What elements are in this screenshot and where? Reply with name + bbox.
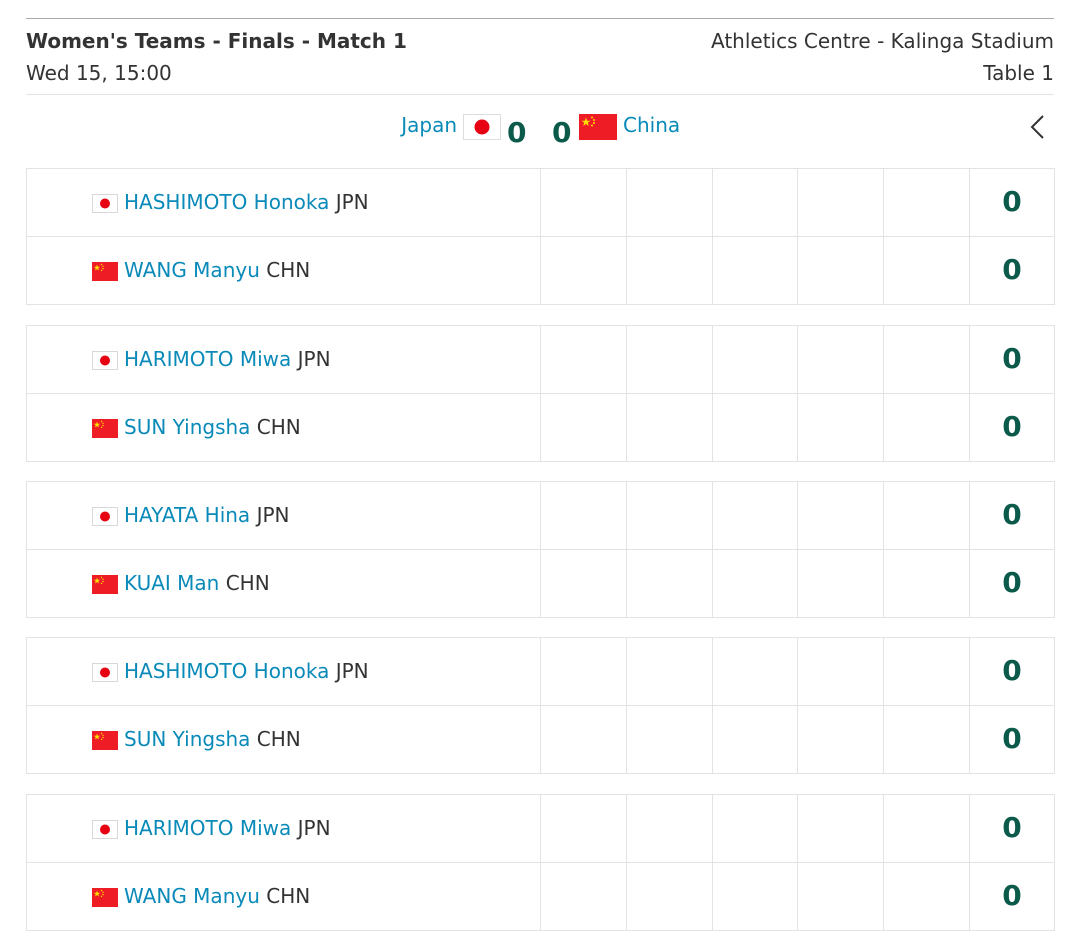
player-row: SUN Yingsha CHN 0 xyxy=(27,706,1054,774)
china-flag-icon xyxy=(579,114,617,140)
country-code: CHN xyxy=(256,415,301,439)
home-team-score: 0 xyxy=(507,116,527,149)
japan-flag-icon xyxy=(463,114,501,140)
player-link[interactable]: HASHIMOTO Honoka xyxy=(124,659,329,683)
china-flag-icon xyxy=(92,575,118,594)
china-flag-icon xyxy=(92,888,118,907)
player-name: SUN Yingsha CHN xyxy=(124,415,301,439)
player-name: HARIMOTO Miwa JPN xyxy=(124,347,331,371)
match-title: Women's Teams - Finals - Match 1 xyxy=(26,29,407,53)
game-card: HARIMOTO Miwa JPN 0 SUN Yingsha CHN 0 xyxy=(26,325,1055,462)
player-name: WANG Manyu CHN xyxy=(124,258,310,282)
player-link[interactable]: KUAI Man xyxy=(124,571,219,595)
header-divider xyxy=(26,94,1054,95)
player-name: HASHIMOTO Honoka JPN xyxy=(124,190,369,214)
country-code: CHN xyxy=(225,571,270,595)
away-team-score: 0 xyxy=(552,116,572,149)
china-flag-icon xyxy=(92,419,118,438)
player-name: SUN Yingsha CHN xyxy=(124,727,301,751)
player-score: 0 xyxy=(1002,654,1022,687)
player-name: KUAI Man CHN xyxy=(124,571,270,595)
china-flag-icon xyxy=(92,262,118,281)
player-name: HASHIMOTO Honoka JPN xyxy=(124,659,369,683)
player-row: SUN Yingsha CHN 0 xyxy=(27,394,1054,462)
player-row: WANG Manyu CHN 0 xyxy=(27,863,1054,931)
country-code: CHN xyxy=(266,884,311,908)
japan-flag-icon xyxy=(92,663,118,682)
player-link[interactable]: SUN Yingsha xyxy=(124,727,250,751)
china-flag-icon xyxy=(92,731,118,750)
player-score: 0 xyxy=(1002,253,1022,286)
player-score: 0 xyxy=(1002,879,1022,912)
player-score: 0 xyxy=(1002,722,1022,755)
player-link[interactable]: HARIMOTO Miwa xyxy=(124,347,291,371)
player-link[interactable]: WANG Manyu xyxy=(124,884,260,908)
game-card: HAYATA Hina JPN 0 KUAI Man CHN 0 xyxy=(26,481,1055,618)
player-name: HAYATA Hina JPN xyxy=(124,503,289,527)
match-datetime: Wed 15, 15:00 xyxy=(26,61,172,85)
player-link[interactable]: SUN Yingsha xyxy=(124,415,250,439)
chevron-left-icon[interactable] xyxy=(1026,114,1050,140)
player-row: HARIMOTO Miwa JPN 0 xyxy=(27,795,1054,863)
player-row: HAYATA Hina JPN 0 xyxy=(27,482,1054,550)
top-divider xyxy=(26,18,1054,19)
player-row: HARIMOTO Miwa JPN 0 xyxy=(27,326,1054,394)
player-row: HASHIMOTO Honoka JPN 0 xyxy=(27,169,1054,237)
table-number: Table 1 xyxy=(983,61,1054,85)
country-code: JPN xyxy=(297,816,331,840)
player-score: 0 xyxy=(1002,811,1022,844)
japan-flag-icon xyxy=(92,194,118,213)
player-score: 0 xyxy=(1002,498,1022,531)
player-link[interactable]: HASHIMOTO Honoka xyxy=(124,190,329,214)
country-code: CHN xyxy=(266,258,311,282)
country-code: JPN xyxy=(335,190,369,214)
home-team-link[interactable]: Japan xyxy=(401,113,457,137)
player-row: WANG Manyu CHN 0 xyxy=(27,237,1054,305)
country-code: JPN xyxy=(256,503,290,527)
player-link[interactable]: HAYATA Hina xyxy=(124,503,250,527)
away-team-link[interactable]: China xyxy=(623,113,680,137)
player-row: KUAI Man CHN 0 xyxy=(27,550,1054,618)
game-card: HASHIMOTO Honoka JPN 0 WANG Manyu CHN 0 xyxy=(26,168,1055,305)
player-row: HASHIMOTO Honoka JPN 0 xyxy=(27,638,1054,706)
player-name: HARIMOTO Miwa JPN xyxy=(124,816,331,840)
game-card: HASHIMOTO Honoka JPN 0 SUN Yingsha CHN 0 xyxy=(26,637,1055,774)
japan-flag-icon xyxy=(92,820,118,839)
japan-flag-icon xyxy=(92,351,118,370)
player-link[interactable]: WANG Manyu xyxy=(124,258,260,282)
player-name: WANG Manyu CHN xyxy=(124,884,310,908)
player-score: 0 xyxy=(1002,342,1022,375)
match-page: Women's Teams - Finals - Match 1 Wed 15,… xyxy=(0,0,1080,947)
japan-flag-icon xyxy=(92,507,118,526)
country-code: CHN xyxy=(256,727,301,751)
player-score: 0 xyxy=(1002,410,1022,443)
player-link[interactable]: HARIMOTO Miwa xyxy=(124,816,291,840)
player-score: 0 xyxy=(1002,566,1022,599)
country-code: JPN xyxy=(335,659,369,683)
venue-label: Athletics Centre - Kalinga Stadium xyxy=(710,29,1054,53)
player-score: 0 xyxy=(1002,185,1022,218)
country-code: JPN xyxy=(297,347,331,371)
game-card: HARIMOTO Miwa JPN 0 WANG Manyu CHN 0 xyxy=(26,794,1055,931)
